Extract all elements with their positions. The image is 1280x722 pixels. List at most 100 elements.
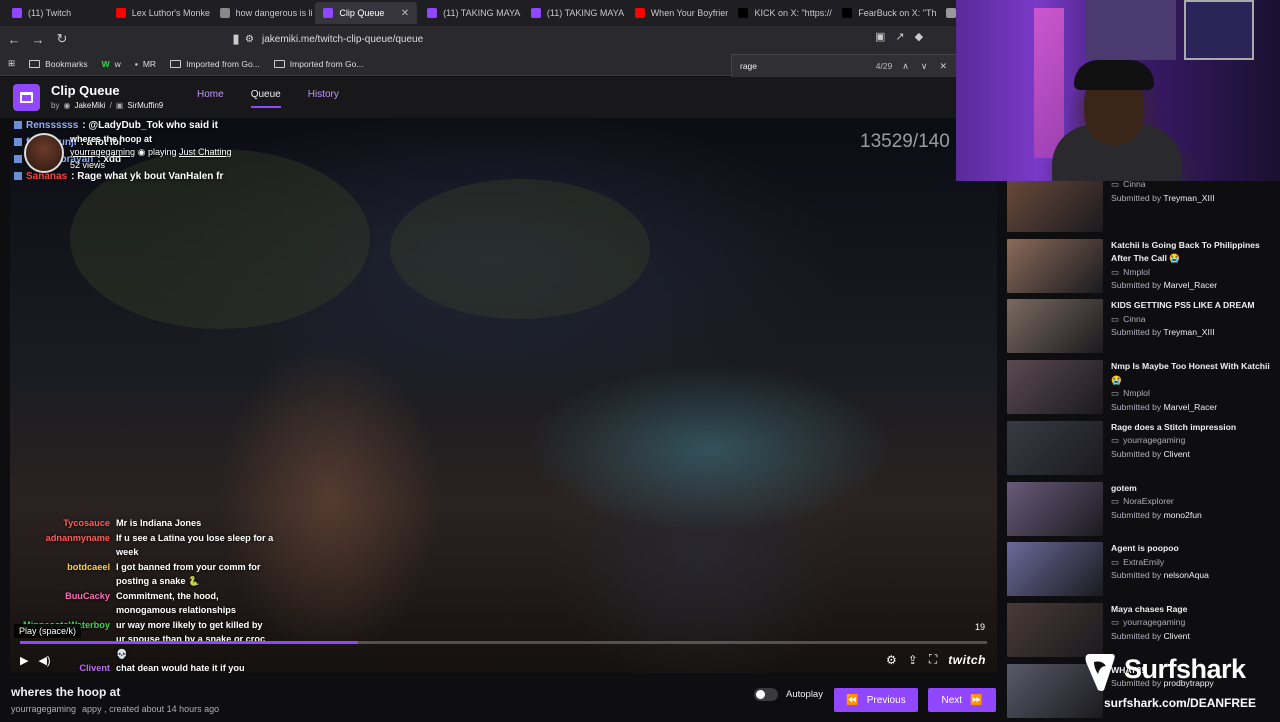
chat-username[interactable]: BuuCacky bbox=[14, 589, 110, 618]
author-link[interactable]: SirMuffin9 bbox=[127, 101, 163, 110]
chat-username[interactable]: adnanmyname bbox=[14, 531, 110, 560]
fast-forward-icon: ⏩ bbox=[970, 694, 983, 706]
bookmark-label: w bbox=[114, 58, 121, 69]
submitted-label: Submitted by bbox=[1111, 327, 1162, 338]
queue-thumbnail[interactable] bbox=[1007, 238, 1103, 293]
badge-icon bbox=[14, 138, 22, 146]
queue-thumbnail[interactable] bbox=[1007, 481, 1103, 536]
nav-history[interactable]: History bbox=[308, 89, 339, 108]
queue-thumbnail[interactable] bbox=[1007, 420, 1103, 475]
surfshark-logo-icon bbox=[1085, 654, 1115, 691]
browser-tab[interactable]: Clip Queue ✕ bbox=[315, 2, 418, 24]
next-button[interactable]: Next ⏩ bbox=[928, 688, 996, 712]
find-prev-icon[interactable]: ∧ bbox=[902, 61, 909, 72]
channel-icon: ▭ bbox=[1111, 617, 1120, 628]
category-link[interactable]: Just Chatting bbox=[179, 147, 232, 157]
browser-tab[interactable]: (11) TAKING MAYA bbox=[523, 2, 625, 24]
share-icon[interactable]: ↗ bbox=[895, 30, 904, 43]
queue-item-channel: yourragegaming bbox=[1123, 435, 1186, 446]
browser-tab[interactable]: When Your Boyfrien bbox=[627, 2, 728, 24]
seek-bar[interactable] bbox=[20, 641, 987, 644]
browser-tab[interactable]: how dangerous is li bbox=[212, 2, 314, 24]
bookmark-item[interactable]: Ww bbox=[102, 59, 121, 69]
browser-tab[interactable]: FearBuck on X: "The bbox=[834, 2, 936, 24]
browser-tab[interactable]: (11) Twitch bbox=[4, 2, 106, 24]
video-player[interactable]: 13529/140 Renssssss: @LadyDub_Tok who sa… bbox=[10, 119, 997, 673]
back-button[interactable]: ← bbox=[4, 29, 24, 49]
reload-button[interactable]: ↻ bbox=[52, 29, 72, 49]
queue-thumbnail[interactable] bbox=[1007, 542, 1103, 597]
find-input[interactable]: rage bbox=[740, 61, 757, 71]
play-icon[interactable]: ▶ bbox=[20, 654, 28, 667]
chat-message: adnanmyname If u see a Latina you lose sl… bbox=[14, 531, 274, 560]
queue-thumbnail[interactable] bbox=[1007, 360, 1103, 415]
tab-close-icon[interactable]: ✕ bbox=[401, 8, 409, 19]
bookmark-item[interactable]: Bookmarks bbox=[29, 59, 88, 69]
find-next-icon[interactable]: ∨ bbox=[921, 61, 928, 72]
nav-queue[interactable]: Queue bbox=[250, 89, 281, 108]
autoplay-toggle[interactable] bbox=[754, 688, 778, 701]
fullscreen-icon[interactable]: ⛶ bbox=[929, 652, 937, 667]
nav-home[interactable]: Home bbox=[197, 89, 224, 108]
clip-details: wheres the hoop at yourragegaming appy ,… bbox=[0, 673, 1005, 720]
submitted-label: Submitted by bbox=[1111, 280, 1162, 291]
app-logo-icon[interactable] bbox=[13, 84, 40, 111]
queue-item[interactable]: gotem ▭ NoraExplorer Submitted by mono2fun bbox=[1007, 481, 1277, 540]
screenshot-icon[interactable]: ▣ bbox=[875, 30, 885, 43]
find-bar: rage 4/29 ∧ ∨ ✕ bbox=[731, 54, 960, 78]
bookmark-label: Bookmarks bbox=[45, 58, 88, 69]
queue-item[interactable]: Nmp Is Maybe Too Honest With Katchii 😭 ▭ N… bbox=[1007, 360, 1277, 418]
broadcaster-avatar[interactable] bbox=[24, 133, 64, 173]
settings-gear-icon[interactable]: ⚙ bbox=[886, 653, 897, 667]
browser-tab[interactable]: KICK on X: "https:// bbox=[730, 2, 832, 24]
queue-item-title: gotem bbox=[1111, 482, 1137, 493]
queue-item[interactable]: Katchii Is Going Back To Philippines Aft… bbox=[1007, 238, 1277, 297]
find-count: 4/29 bbox=[875, 61, 893, 71]
tab-favicon-icon bbox=[738, 8, 749, 18]
channel-icon: ▭ bbox=[1111, 556, 1120, 567]
queue-item[interactable]: ▭ Cinna Submitted by Treyman_XIII bbox=[1007, 178, 1277, 236]
bookmark-item[interactable]: Imported from Go... bbox=[273, 59, 363, 69]
chat-username[interactable]: Renssssss bbox=[26, 119, 78, 134]
url-field[interactable]: ⚙ jakemiki.me/twitch-clip-queue/queue bbox=[245, 30, 725, 48]
clip-channel[interactable]: yourragegaming bbox=[11, 704, 76, 714]
video-views: 52 views bbox=[70, 160, 106, 170]
queue-item[interactable]: KIDS GETTING PS5 LIKE A DREAM ▭ Cinna Submi… bbox=[1007, 299, 1277, 357]
share-icon[interactable]: ⇪ bbox=[908, 653, 918, 667]
apps-grid-icon[interactable]: ⊞ bbox=[8, 58, 15, 69]
bookmark-item[interactable]: ▪ MR bbox=[135, 59, 156, 69]
extension-icon[interactable]: ◆ bbox=[915, 30, 923, 43]
chat-username[interactable]: Tycosauce bbox=[14, 516, 110, 531]
tab-label: KICK on X: "https:// bbox=[754, 8, 832, 18]
bookmark-icon[interactable]: ▮ bbox=[226, 29, 246, 49]
forward-button[interactable]: → bbox=[28, 29, 48, 49]
queue-thumbnail[interactable] bbox=[1007, 178, 1103, 232]
webcam-poster bbox=[1184, 0, 1254, 60]
channel-link[interactable]: yourragegaming bbox=[70, 147, 135, 157]
folder-icon bbox=[170, 59, 182, 68]
tab-label: FearBuck on X: "The bbox=[858, 8, 937, 18]
site-info-icon[interactable]: ⚙ bbox=[245, 34, 254, 45]
browser-tab[interactable]: Lex Luthor's Monke bbox=[108, 2, 210, 24]
queue-item[interactable]: Agent is poopoo ▭ ExtraEmily Submitted by n… bbox=[1007, 542, 1277, 600]
github-icon: ◉ bbox=[63, 101, 71, 110]
queue-item[interactable]: Rage does a Stitch impression ▭ yourragega… bbox=[1007, 420, 1277, 479]
author-link[interactable]: JakeMiki bbox=[74, 101, 105, 110]
browser-tab[interactable]: (11) TAKING MAYA bbox=[419, 2, 521, 24]
chat-username[interactable]: botdcaeel bbox=[14, 560, 110, 589]
volume-icon[interactable]: ◀) bbox=[38, 654, 50, 667]
previous-button[interactable]: ⏪ Previous bbox=[834, 688, 918, 712]
shield-icon bbox=[946, 8, 957, 18]
bookmark-item[interactable]: Imported from Go... bbox=[170, 59, 260, 69]
queue-item-submitter: Marvel_Racer bbox=[1163, 401, 1218, 412]
chat-text: ur way more likely to get killed by ur s… bbox=[116, 619, 266, 659]
sponsor-overlay: Surfshark surfshark.com/DEANFREE bbox=[1082, 648, 1280, 720]
find-close-icon[interactable]: ✕ bbox=[939, 61, 947, 72]
submitted-label: Submitted by bbox=[1111, 192, 1162, 203]
autoplay-control[interactable]: Autoplay bbox=[754, 688, 823, 701]
tab-label: how dangerous is li bbox=[235, 8, 313, 18]
queue-item-channel: ExtraEmily bbox=[1123, 556, 1165, 567]
twitch-logo[interactable]: twitch bbox=[948, 653, 986, 667]
queue-thumbnail[interactable] bbox=[1007, 299, 1103, 354]
tab-favicon-icon bbox=[427, 8, 438, 18]
